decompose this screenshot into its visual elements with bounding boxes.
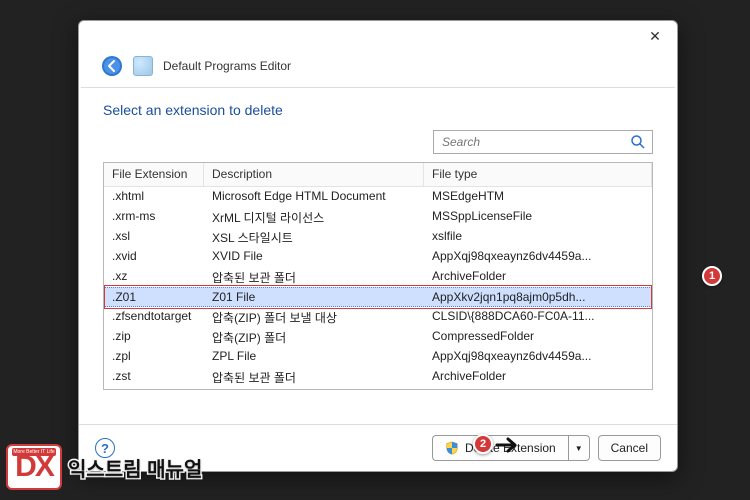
annotation-badge-1: 1 xyxy=(702,266,722,286)
col-header-ext[interactable]: File Extension xyxy=(104,163,204,186)
annotation-arrow-icon xyxy=(495,436,523,454)
cell-desc: ZPL File xyxy=(204,347,424,367)
uac-shield-icon xyxy=(445,441,459,455)
cell-type: xslfile xyxy=(424,227,652,247)
search-icon xyxy=(630,134,646,150)
cell-type: CompressedFolder xyxy=(424,327,652,347)
table-row[interactable]: .xz압축된 보관 폴더ArchiveFolder xyxy=(104,267,652,287)
back-arrow-icon xyxy=(101,55,123,77)
app-title: Default Programs Editor xyxy=(163,59,291,73)
cell-desc: XVID File xyxy=(204,247,424,267)
table-row[interactable]: .xrm-msXrML 디지털 라이선스MSSppLicenseFile xyxy=(104,207,652,227)
cancel-button[interactable]: Cancel xyxy=(598,435,661,461)
table-row[interactable]: .xslXSL 스타일시트xslfile xyxy=(104,227,652,247)
cell-ext: .xvid xyxy=(104,247,204,267)
header-bar: Default Programs Editor xyxy=(79,51,677,87)
table-row[interactable]: .zplZPL FileAppXqj98qxeaynz6dv4459a... xyxy=(104,347,652,367)
search-box[interactable] xyxy=(433,130,653,154)
cell-ext: .xsl xyxy=(104,227,204,247)
delete-extension-dropdown[interactable]: ▼ xyxy=(568,435,590,461)
cell-desc: XSL 스타일시트 xyxy=(204,227,424,247)
cell-desc: 압축(ZIP) 폴더 xyxy=(204,327,424,347)
chevron-down-icon: ▼ xyxy=(575,444,583,453)
content-area: Select an extension to delete File Exten… xyxy=(79,88,677,424)
brand-tagline: More Better IT Life xyxy=(12,448,56,456)
close-button[interactable]: ✕ xyxy=(643,24,667,48)
table-row[interactable]: .zip압축(ZIP) 폴더CompressedFolder xyxy=(104,327,652,347)
search-row xyxy=(103,130,653,154)
col-header-desc[interactable]: Description xyxy=(204,163,424,186)
cell-ext: .zip xyxy=(104,327,204,347)
cell-ext: .zst xyxy=(104,367,204,387)
table-row[interactable]: .zfsendtotarget압축(ZIP) 폴더 보낼 대상CLSID\{88… xyxy=(104,307,652,327)
cell-desc: XrML 디지털 라이선스 xyxy=(204,207,424,227)
cell-ext: .xz xyxy=(104,267,204,287)
cell-ext: .zfsendtotarget xyxy=(104,307,204,327)
cell-ext: .zpl xyxy=(104,347,204,367)
cell-type: AppXqj98qxeaynz6dv4459a... xyxy=(424,247,652,267)
list-header: File Extension Description File type xyxy=(104,163,652,187)
table-row[interactable]: .xvidXVID FileAppXqj98qxeaynz6dv4459a... xyxy=(104,247,652,267)
cell-desc: 압축(ZIP) 폴더 보낼 대상 xyxy=(204,307,424,327)
cell-type: ArchiveFolder xyxy=(424,367,652,387)
cell-type: CLSID\{888DCA60-FC0A-11... xyxy=(424,307,652,327)
cell-ext: .Z01 xyxy=(104,288,204,306)
extension-list: File Extension Description File type .xh… xyxy=(103,162,653,390)
table-row[interactable]: .xhtmlMicrosoft Edge HTML DocumentMSEdge… xyxy=(104,187,652,207)
cell-desc: Microsoft Edge HTML Document xyxy=(204,187,424,207)
close-icon: ✕ xyxy=(649,28,661,45)
list-body: .xhtmlMicrosoft Edge HTML DocumentMSEdge… xyxy=(104,187,652,387)
cell-desc: 압축된 보관 폴더 xyxy=(204,267,424,287)
search-input[interactable] xyxy=(440,134,630,150)
table-row[interactable]: .Z01Z01 FileAppXkv2jqn1pq8ajm0p5dh... xyxy=(104,287,652,307)
brand-name: 익스트림 매뉴얼 xyxy=(68,453,202,482)
brand-logo-text: DX xyxy=(15,452,53,482)
cell-type: AppXqj98qxeaynz6dv4459a... xyxy=(424,347,652,367)
cell-desc: 압축된 보관 폴더 xyxy=(204,367,424,387)
dialog-window: ✕ Default Programs Editor Select an exte… xyxy=(78,20,678,472)
col-header-type[interactable]: File type xyxy=(424,163,652,186)
cancel-label: Cancel xyxy=(611,441,648,455)
cell-type: AppXkv2jqn1pq8ajm0p5dh... xyxy=(424,288,652,306)
titlebar: ✕ xyxy=(79,21,677,51)
table-row[interactable]: .zst압축된 보관 폴더ArchiveFolder xyxy=(104,367,652,387)
app-icon xyxy=(133,56,153,76)
cell-type: MSEdgeHTM xyxy=(424,187,652,207)
brand-watermark: More Better IT Life DX 익스트림 매뉴얼 xyxy=(6,444,202,490)
cell-ext: .xhtml xyxy=(104,187,204,207)
cell-desc: Z01 File xyxy=(204,288,424,306)
annotation-badge-2: 2 xyxy=(473,434,493,454)
cell-type: MSSppLicenseFile xyxy=(424,207,652,227)
cell-ext: .xrm-ms xyxy=(104,207,204,227)
page-heading: Select an extension to delete xyxy=(103,102,653,118)
back-button[interactable] xyxy=(101,55,123,77)
cell-type: ArchiveFolder xyxy=(424,267,652,287)
brand-logo: More Better IT Life DX xyxy=(6,444,62,490)
